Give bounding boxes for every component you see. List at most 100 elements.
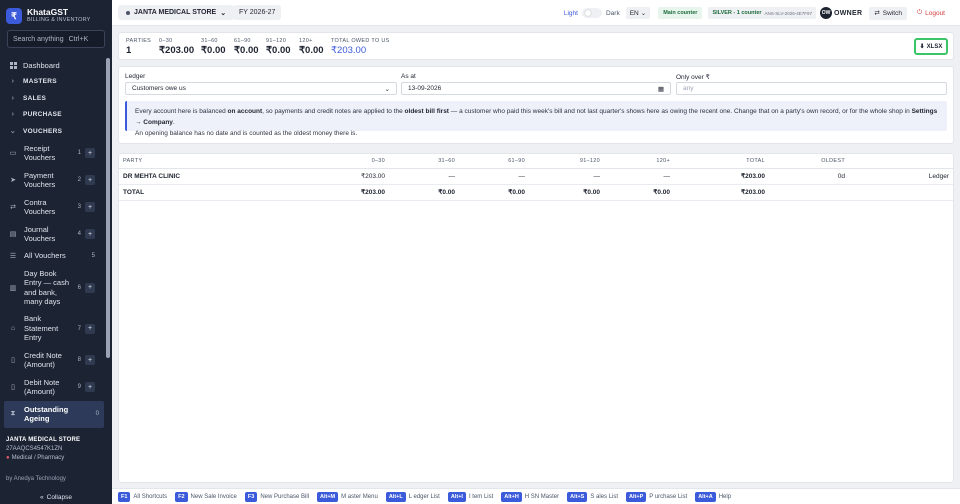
shortcut-alt-l[interactable]: Alt+L L edger List [385, 491, 440, 502]
sidebar-section-masters[interactable]: › MASTERS [0, 74, 104, 91]
sidebar-item-label: Dashboard [23, 60, 60, 70]
cell-61-90: — [459, 168, 529, 185]
shortcut-label: M aster Menu [341, 493, 378, 500]
add-button[interactable]: + [85, 382, 95, 392]
add-button[interactable]: + [85, 229, 95, 239]
store-category-label: Medical / Pharmacy [11, 455, 65, 461]
column-header-91-120[interactable]: 91–120 [529, 154, 604, 169]
fy-selector[interactable]: FY 2026-27 [233, 5, 282, 20]
sidebar-item-bank-statement[interactable]: ⌂ Bank Statement Entry 7 + [0, 311, 104, 347]
theme-dark-label[interactable]: Dark [606, 10, 620, 17]
table-row[interactable]: DR MEHTA CLINIC ₹203.00 — — — — ₹203.00 … [119, 168, 953, 185]
chevron-right-icon: › [11, 111, 15, 119]
summary-bucket-91-120: 91–120 ₹0.00 [266, 38, 291, 56]
store-selector[interactable]: JANTA MEDICAL STORE ⌄ [118, 5, 235, 20]
column-header-oldest[interactable]: OLDEST [769, 154, 849, 169]
sidebar-section-sales[interactable]: › SALES [0, 90, 104, 107]
avatar[interactable]: OW [820, 7, 832, 19]
sidebar-section-purchase[interactable]: › PURCHASE [0, 107, 104, 124]
summary-value: ₹0.00 [234, 45, 259, 56]
shortcut-alt-i[interactable]: Alt+I I tem List [447, 491, 494, 502]
shortcut-alt-a[interactable]: Alt+A Help [695, 491, 732, 502]
cell-oldest: 0d [769, 168, 849, 185]
sidebar-item-payment-vouchers[interactable]: ➤ Payment Vouchers 2 + [0, 167, 104, 194]
brand[interactable]: ₹ KhataGST BILLING & INVENTORY [6, 6, 91, 26]
theme-toggle[interactable] [581, 8, 602, 18]
sidebar-item-label: Bank Statement Entry [24, 314, 59, 343]
store-gstin: 27AAQCS4547K1ZN [6, 446, 63, 452]
column-header-31-60[interactable]: 31–60 [389, 154, 459, 169]
sidebar-scrollbar[interactable] [106, 58, 110, 358]
column-header-total[interactable]: TOTAL [674, 154, 769, 169]
add-button[interactable]: + [85, 175, 95, 185]
total-61-90: ₹0.00 [459, 184, 529, 201]
logout-button[interactable]: ⏻ Logout [912, 7, 950, 20]
shortcut-label: I tem List [468, 493, 494, 500]
sidebar-item-receipt-vouchers[interactable]: ▭ Receipt Vouchers 1 + [0, 140, 104, 167]
shortcut-alt-m[interactable]: Alt+M M aster Menu [317, 491, 378, 502]
sidebar-item-contra-vouchers[interactable]: ⇄ Contra Vouchers 3 + [0, 194, 104, 221]
as-at-date-input[interactable]: 13-09-2026 ▦ [401, 82, 671, 95]
language-selector[interactable]: EN ⌄ [625, 7, 651, 19]
add-button[interactable]: + [85, 323, 95, 334]
ageing-table-card: PARTY 0–30 31–60 61–90 91–120 120+ TOTAL… [118, 153, 954, 483]
table-total-row: TOTAL ₹203.00 ₹0.00 ₹0.00 ₹0.00 ₹0.00 ₹2… [119, 184, 953, 201]
shortcut-f3[interactable]: F3 New Purchase Bill [244, 491, 309, 502]
transfer-icon: ⇄ [10, 204, 16, 211]
add-button[interactable]: + [85, 148, 95, 158]
shortcut-label: Help [718, 493, 732, 500]
sidebar-item-journal-vouchers[interactable]: ▤ Journal Vouchers 4 + [0, 221, 104, 248]
brand-name: KhataGST [27, 7, 69, 17]
sidebar-item-day-book[interactable]: ▥ Day Book Entry — cash and bank, many d… [0, 265, 104, 311]
shortcut-alt-p[interactable]: Alt+P P urchase List [626, 491, 687, 502]
summary-total-owed: TOTAL OWED TO US ₹203.00 [331, 38, 390, 56]
ledger-select[interactable]: Customers owe us ⌄ [125, 82, 397, 95]
chevron-down-icon: ⌄ [9, 128, 17, 136]
user-role: OWNER [834, 9, 863, 17]
shortcut-number: 6 [77, 284, 81, 291]
sidebar-item-outstanding-ageing[interactable]: ⧗ Outstanding Ageing 0 [4, 400, 104, 428]
only-over-input[interactable]: any [676, 82, 947, 95]
ledger-link[interactable]: Ledger [929, 173, 949, 180]
key-badge: Alt+I [447, 491, 466, 502]
column-header-0-30[interactable]: 0–30 [269, 154, 389, 169]
collapse-button[interactable]: « Collapse [0, 490, 112, 504]
summary-label: 0–30 [159, 38, 173, 44]
shortcut-f1[interactable]: F1 All Shortcuts [118, 491, 168, 502]
shortcut-number: 4 [77, 231, 81, 237]
sidebar-item-all-vouchers[interactable]: ☰ All Vouchers 5 [0, 248, 104, 265]
summary-value: ₹0.00 [201, 45, 226, 56]
info-text: An opening balance has no date and is co… [135, 130, 358, 137]
calendar-icon[interactable]: ▦ [658, 85, 664, 93]
book-open-icon: ▥ [9, 284, 17, 292]
column-header-61-90[interactable]: 61–90 [459, 154, 529, 169]
theme-light-label[interactable]: Light [564, 10, 578, 17]
export-xlsx-button[interactable]: ⬇ XLSX [914, 38, 948, 55]
sidebar-item-credit-note[interactable]: ▯ Credit Note (Amount) 8 + [0, 347, 104, 374]
add-button[interactable]: + [85, 355, 95, 365]
column-header-party[interactable]: PARTY [119, 154, 269, 169]
top-bar: JANTA MEDICAL STORE ⌄ FY 2026-27 Light D… [112, 0, 960, 26]
sidebar-item-label: Day Book Entry — cash and bank, many day… [24, 268, 70, 307]
add-button[interactable]: + [85, 202, 95, 212]
total-0-30: ₹203.00 [269, 184, 389, 201]
counter-badge[interactable]: Main counter [658, 7, 703, 19]
shortcut-f2[interactable]: F2 New Sale Invoice [175, 491, 237, 502]
shortcut-number: 1 [77, 150, 81, 156]
shortcut-alt-s[interactable]: Alt+S S ales List [567, 491, 618, 502]
sidebar-item-dashboard[interactable]: Dashboard [0, 57, 104, 74]
sidebar-item-debit-note[interactable]: ▯ Debit Note (Amount) 9 + [0, 374, 104, 401]
swap-icon: ⇄ [874, 10, 880, 17]
column-header-120-plus[interactable]: 120+ [604, 154, 674, 169]
shortcut-label: All Shortcuts [133, 493, 168, 500]
search-input[interactable]: Search anything Ctrl+K [7, 30, 105, 48]
language-label: EN [629, 9, 639, 17]
shortcut-alt-h[interactable]: Alt+H H SN Master [501, 491, 559, 502]
key-badge: Alt+P [626, 491, 647, 502]
add-button[interactable]: + [85, 282, 95, 293]
store-info: JANTA MEDICAL STORE 27AAQCS4547K1ZN ● Me… [6, 437, 80, 461]
sidebar-section-vouchers[interactable]: ⌄ VOUCHERS [0, 123, 104, 140]
info-emphasis: on account [227, 108, 263, 115]
switch-button[interactable]: ⇄ Switch [869, 6, 907, 20]
sidebar-item-label: Receipt Vouchers [24, 143, 56, 163]
